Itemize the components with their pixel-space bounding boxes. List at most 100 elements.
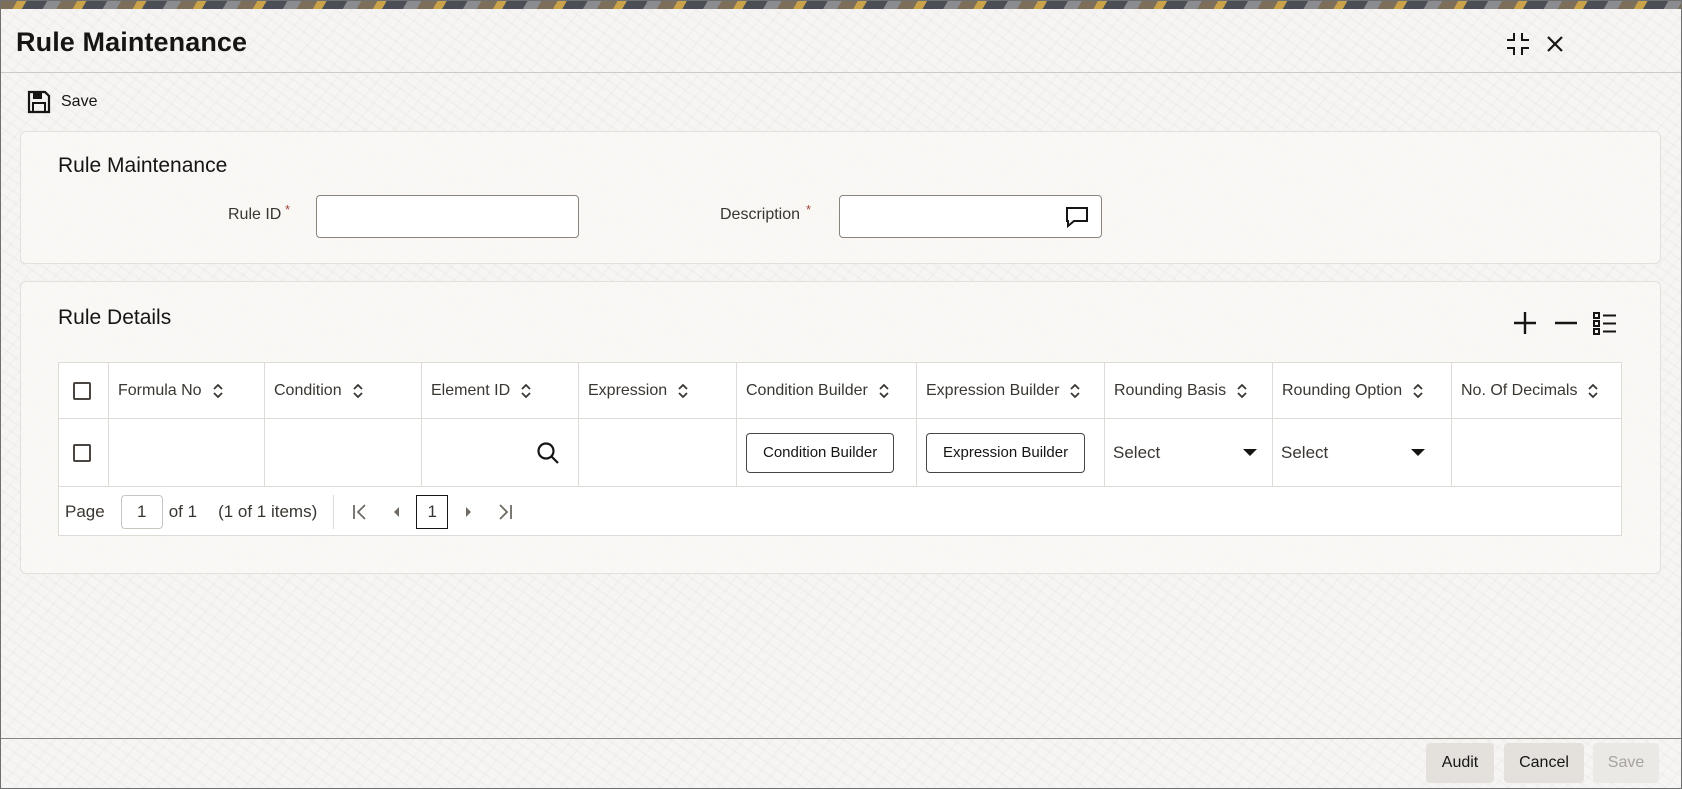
first-page-button[interactable] xyxy=(352,503,368,521)
audit-button[interactable]: Audit xyxy=(1426,743,1494,783)
column-header-expression-builder[interactable]: Expression Builder xyxy=(917,363,1105,418)
page-count-label: of 1 xyxy=(168,502,198,521)
condition-builder-button[interactable]: Condition Builder xyxy=(746,432,895,473)
page-number-value: 1 xyxy=(136,502,147,521)
select-all-checkbox[interactable] xyxy=(73,381,91,400)
collapse-icon xyxy=(1507,33,1529,55)
current-page-value: 1 xyxy=(427,502,437,521)
rule-id-label-text: Rule ID xyxy=(228,206,282,223)
sort-icon xyxy=(352,383,364,399)
column-header-element-id[interactable]: Element ID xyxy=(422,363,579,418)
chevron-right-icon xyxy=(466,507,472,517)
expression-builder-button[interactable]: Expression Builder xyxy=(926,432,1086,473)
dropdown-arrow-icon xyxy=(1411,449,1425,456)
page-number-input[interactable]: 1 xyxy=(120,495,163,529)
rounding-option-value: Select xyxy=(1281,442,1329,462)
column-header-expression[interactable]: Expression xyxy=(579,363,737,418)
dropdown-arrow-icon xyxy=(1243,449,1257,456)
single-record-view-button[interactable] xyxy=(1593,311,1617,335)
search-icon[interactable] xyxy=(536,441,560,465)
add-row-button[interactable] xyxy=(1513,311,1537,335)
pager-divider xyxy=(333,495,335,529)
sort-icon xyxy=(677,383,689,399)
column-header-label: Formula No xyxy=(118,381,202,399)
comment-icon[interactable] xyxy=(1065,205,1089,229)
column-header-condition[interactable]: Condition xyxy=(265,363,422,418)
rule-id-label: Rule ID * xyxy=(228,202,290,224)
panel-title: Rule Maintenance xyxy=(58,154,228,177)
column-header-label: No. Of Decimals xyxy=(1461,381,1578,399)
last-page-icon xyxy=(499,504,513,520)
table-row: Condition Builder Expression Builder Sel… xyxy=(59,419,1621,487)
minimize-button[interactable] xyxy=(1503,29,1533,59)
row-checkbox[interactable] xyxy=(73,443,91,462)
delete-row-button[interactable] xyxy=(1554,311,1578,335)
column-header-label: Expression xyxy=(588,381,668,399)
element-id-cell[interactable] xyxy=(422,419,579,486)
column-header-formula-no[interactable]: Formula No xyxy=(109,363,265,418)
floppy-disk-icon xyxy=(27,90,51,114)
column-header-label: Element ID xyxy=(431,381,511,399)
sort-icon xyxy=(878,383,890,399)
no-of-decimals-cell[interactable] xyxy=(1452,419,1623,486)
page-label: Page xyxy=(65,502,105,521)
rule-id-input[interactable] xyxy=(316,195,579,238)
sort-icon xyxy=(212,383,224,399)
sort-icon xyxy=(1412,383,1424,399)
title-bar: Rule Maintenance xyxy=(1,9,1681,73)
rounding-option-cell: Select xyxy=(1273,419,1452,486)
description-label-text: Description xyxy=(720,206,801,223)
close-button[interactable] xyxy=(1540,29,1570,59)
save-button[interactable]: Save xyxy=(1593,743,1659,783)
condition-cell[interactable] xyxy=(265,419,422,486)
chevron-left-icon xyxy=(394,507,400,517)
description-input[interactable] xyxy=(839,195,1102,238)
formula-no-cell[interactable] xyxy=(109,419,265,486)
previous-page-button[interactable] xyxy=(391,505,401,519)
sort-icon xyxy=(1587,383,1599,399)
panel-title: Rule Details xyxy=(58,306,172,329)
rounding-basis-cell: Select xyxy=(1105,419,1273,486)
expression-builder-cell: Expression Builder xyxy=(917,419,1105,486)
plus-icon xyxy=(1514,312,1536,334)
column-header-label: Expression Builder xyxy=(926,381,1060,399)
list-view-icon xyxy=(1593,312,1616,335)
grid-header-row: Formula No Condition Element ID Expressi… xyxy=(59,363,1621,419)
column-header-label: Rounding Basis xyxy=(1114,381,1227,399)
column-header-label: Rounding Option xyxy=(1282,381,1403,399)
expression-cell[interactable] xyxy=(579,419,737,486)
window-title: Rule Maintenance xyxy=(16,27,248,57)
column-header-condition-builder[interactable]: Condition Builder xyxy=(737,363,917,418)
rule-details-grid: Formula No Condition Element ID Expressi… xyxy=(58,362,1622,536)
toolbar-save-label: Save xyxy=(61,93,98,110)
description-label: Description * xyxy=(720,202,811,224)
first-page-icon xyxy=(353,504,366,520)
required-marker: * xyxy=(806,202,812,217)
required-marker: * xyxy=(285,202,291,217)
decorative-banner xyxy=(1,1,1681,9)
rounding-basis-select[interactable]: Select xyxy=(1113,433,1263,473)
column-header-label: Condition Builder xyxy=(746,381,868,399)
cancel-button[interactable]: Cancel xyxy=(1504,743,1584,783)
rounding-basis-value: Select xyxy=(1113,442,1161,462)
minus-icon xyxy=(1555,321,1577,325)
last-page-button[interactable] xyxy=(497,503,513,521)
sort-icon xyxy=(1236,383,1248,399)
header-select-cell xyxy=(59,363,109,418)
sort-icon xyxy=(520,383,532,399)
pagination-bar: Page 1 of 1 (1 of 1 items) 1 xyxy=(59,487,1621,537)
next-page-button[interactable] xyxy=(464,505,474,519)
column-header-rounding-option[interactable]: Rounding Option xyxy=(1273,363,1452,418)
items-count-label: (1 of 1 items) xyxy=(218,502,318,521)
rounding-option-select[interactable]: Select xyxy=(1281,433,1431,473)
current-page-button[interactable]: 1 xyxy=(416,495,449,529)
rule-maintenance-window: Rule Maintenance Save Rule Maintenance R… xyxy=(0,0,1682,789)
sort-icon xyxy=(1069,383,1081,399)
condition-builder-cell: Condition Builder xyxy=(737,419,917,486)
column-header-no-of-decimals[interactable]: No. Of Decimals xyxy=(1452,363,1623,418)
toolbar-save-button[interactable]: Save xyxy=(27,89,97,115)
column-header-label: Condition xyxy=(274,381,342,399)
column-header-rounding-basis[interactable]: Rounding Basis xyxy=(1105,363,1273,418)
row-select-cell xyxy=(59,419,109,486)
footer-bar: Audit Cancel Save xyxy=(1,738,1681,789)
